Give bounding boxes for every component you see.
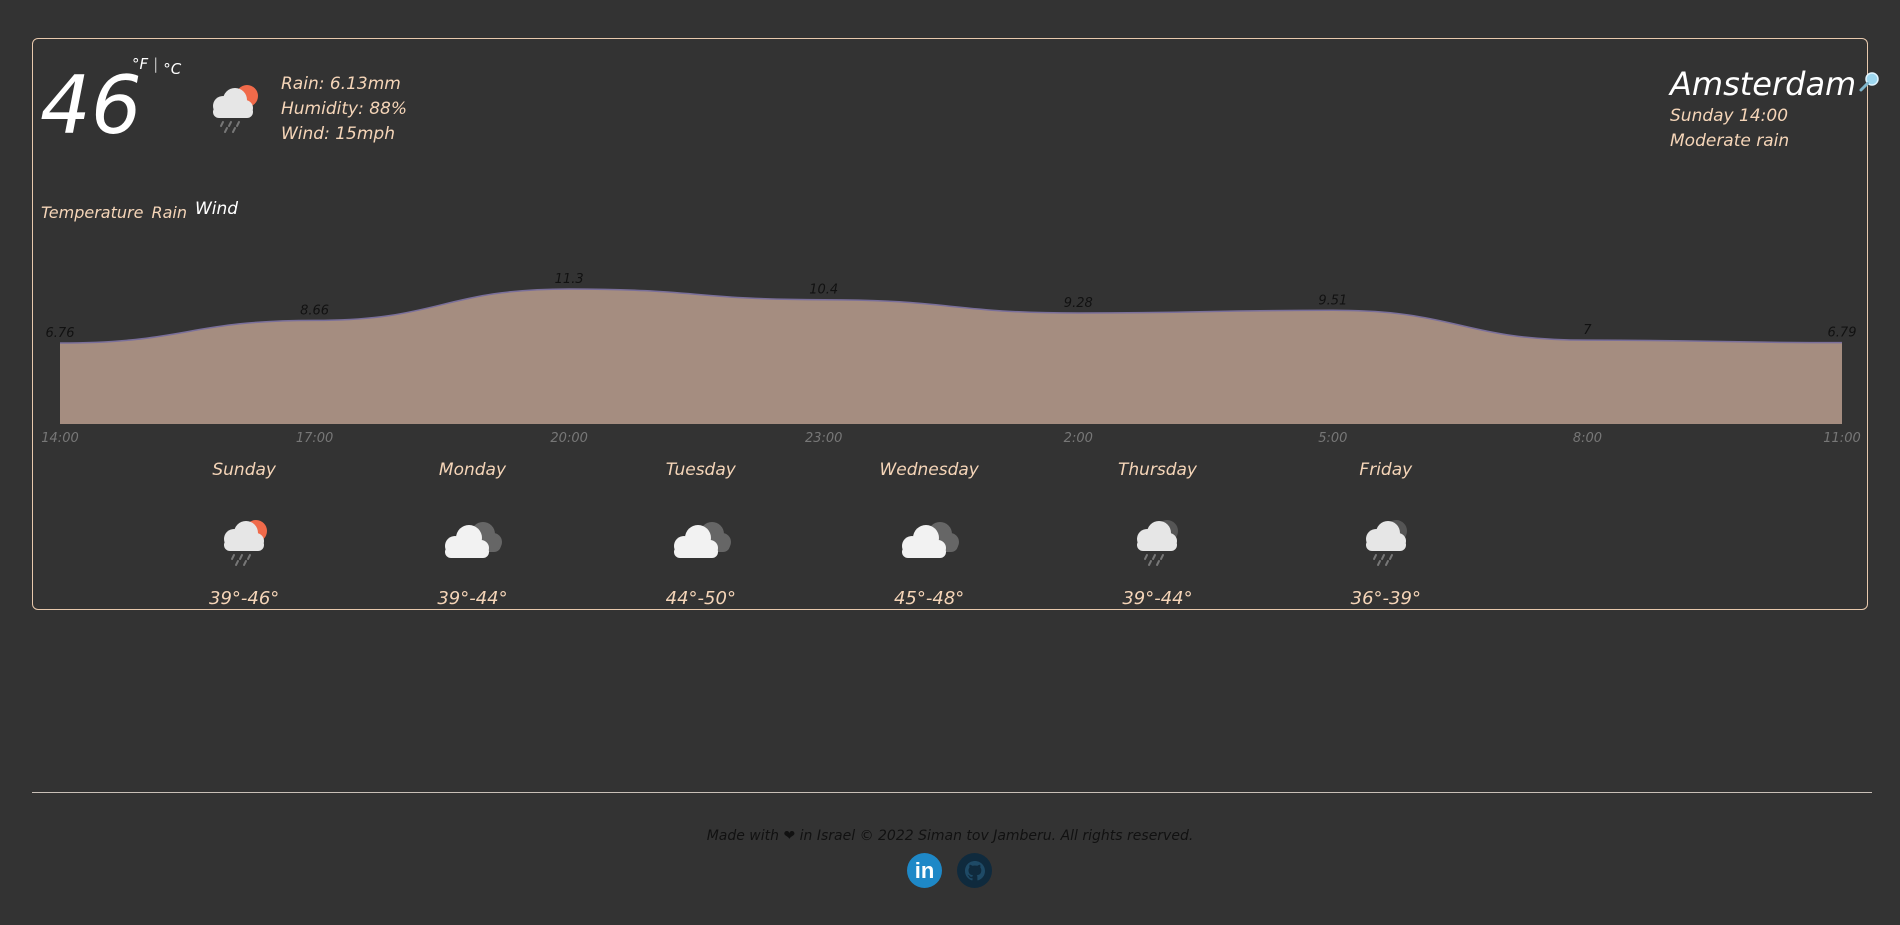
tab-temperature[interactable]: Temperature: [41, 203, 143, 222]
location-datetime: Sunday 14:00: [1670, 106, 1789, 126]
cloudy-icon: [587, 500, 815, 578]
footer-credit: Made with ❤ in Israel © 2022 Siman tov J…: [706, 828, 1194, 844]
location-panel: Amsterdam Sunday 14:00 Moderate rain: [1670, 64, 1880, 154]
footer-divider: [32, 792, 1872, 793]
wind-speed: Wind: 15mph: [281, 124, 395, 144]
tab-wind[interactable]: Wind: [195, 199, 238, 219]
forecast-list: Sunday 39°-46° Monday 39°-44° Tuesday 44…: [130, 460, 1500, 609]
temp-range: 39°-46°: [209, 588, 280, 609]
chart-tabs: Temperature Rain Wind: [41, 199, 238, 222]
temp-range: 44°-50°: [665, 588, 736, 609]
rain-amount: Rain: 6.13mm: [281, 74, 401, 94]
forecast-day[interactable]: Friday 36°-39°: [1272, 460, 1500, 609]
current-details: Rain: 6.13mm Humidity: 88% Wind: 15mph: [281, 72, 407, 147]
forecast-day[interactable]: Wednesday 45°-48°: [815, 460, 1043, 609]
temp-range: 39°-44°: [437, 588, 508, 609]
celsius-toggle[interactable]: °C: [163, 60, 181, 78]
weather-condition: Moderate rain: [1670, 131, 1790, 151]
temp-range: 45°-48°: [893, 588, 965, 609]
day-name: Thursday: [1117, 460, 1197, 480]
cloudy-icon: [815, 500, 1043, 578]
temp-range: 39°-44°: [1122, 588, 1193, 609]
unit-separator: |: [153, 55, 159, 73]
social-links: in: [907, 853, 992, 888]
temp-range: 36°-39°: [1350, 588, 1421, 609]
cloud-rain-icon: [1272, 500, 1500, 578]
forecast-day[interactable]: Monday 39°-44°: [358, 460, 586, 609]
day-name: Monday: [438, 460, 507, 480]
cloud-rain-icon: [1043, 500, 1271, 578]
humidity: Humidity: 88%: [281, 99, 407, 119]
unit-toggle: °F | °C: [132, 55, 181, 78]
search-icon[interactable]: [1858, 71, 1880, 97]
linkedin-label: in: [914, 857, 935, 883]
linkedin-icon[interactable]: in: [907, 853, 942, 888]
current-temperature: 46: [40, 59, 142, 152]
fahrenheit-toggle[interactable]: °F: [132, 55, 148, 73]
day-name: Friday: [1359, 460, 1413, 480]
github-icon[interactable]: [957, 853, 992, 888]
day-name: Tuesday: [665, 460, 736, 480]
tab-rain[interactable]: Rain: [151, 203, 187, 222]
forecast-day[interactable]: Thursday 39°-44°: [1043, 460, 1271, 609]
cloud-rain-sun-icon: [205, 78, 261, 138]
day-name: Wednesday: [879, 460, 979, 480]
forecast-day[interactable]: Tuesday 44°-50°: [587, 460, 815, 609]
cloudy-icon: [358, 500, 586, 578]
day-name: Sunday: [212, 460, 276, 480]
city-name: Amsterdam: [1670, 65, 1857, 103]
forecast-day[interactable]: Sunday 39°-46°: [130, 460, 358, 609]
cloud-rain-sun-icon: [130, 500, 358, 578]
